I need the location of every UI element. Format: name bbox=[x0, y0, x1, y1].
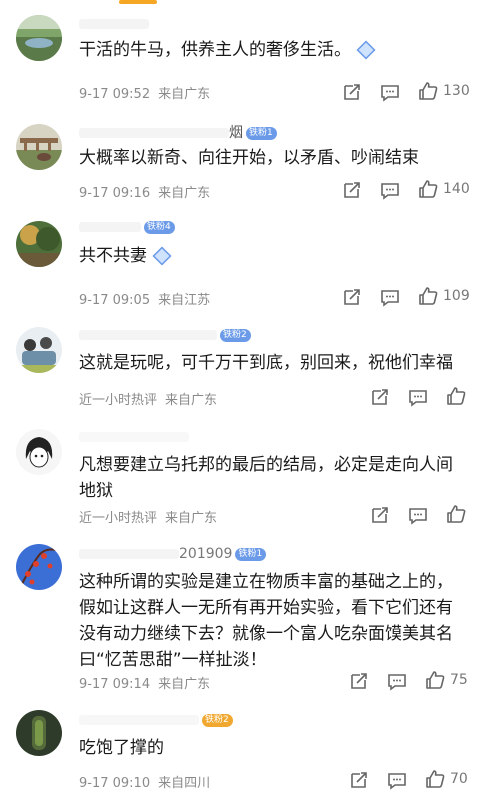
user-name[interactable] bbox=[79, 16, 149, 32]
avatar[interactable] bbox=[16, 15, 62, 61]
comment-text: 吃饱了撑的 bbox=[79, 738, 164, 758]
like-icon[interactable] bbox=[446, 386, 466, 406]
fan-badge: 铁粉2 bbox=[202, 713, 233, 727]
comment-meta: 9-17 09:14 来自广东 bbox=[79, 677, 211, 692]
comment-text: 干活的牛马，供养主人的奢侈生活。 bbox=[79, 37, 467, 63]
like-icon[interactable] bbox=[425, 769, 445, 789]
share-icon[interactable] bbox=[342, 82, 362, 102]
user-name[interactable] bbox=[79, 429, 189, 445]
comment-icon[interactable] bbox=[380, 82, 400, 102]
share-icon[interactable] bbox=[349, 770, 369, 790]
user-name[interactable]: 201909 铁粉1 bbox=[79, 546, 267, 562]
like-count: 75 bbox=[450, 672, 468, 688]
fan-badge: 铁粉4 bbox=[144, 220, 175, 234]
fan-badge: 铁粉1 bbox=[246, 126, 277, 140]
share-icon[interactable] bbox=[342, 180, 362, 200]
like-count: 70 bbox=[450, 771, 468, 787]
fan-badge: 铁粉2 bbox=[220, 328, 251, 342]
share-icon[interactable] bbox=[342, 287, 362, 307]
comment-text: 大概率以新奇、向往开始，以矛盾、吵闹结束 bbox=[79, 148, 419, 168]
share-icon[interactable] bbox=[349, 671, 369, 691]
comment-item: 铁粉2 吃饱了撑的 9-17 09:10 来自四川 70 bbox=[0, 698, 481, 800]
like-count: 130 bbox=[443, 83, 470, 99]
user-name[interactable]: 铁粉4 bbox=[79, 219, 175, 235]
comment-meta: 近一小时热评 来自广东 bbox=[79, 511, 218, 526]
fan-badge: 铁粉1 bbox=[235, 547, 267, 561]
comment-item: 201909 铁粉1 这种所谓的实验是建立在物质丰富的基础之上的，假如让这群人一无… bbox=[0, 530, 481, 698]
comment-text: 共不共妻 bbox=[79, 243, 467, 269]
comment-icon[interactable] bbox=[387, 671, 407, 691]
comment-item: 烟铁粉1 大概率以新奇、向往开始，以矛盾、吵闹结束 9-17 09:16 来自广东… bbox=[0, 110, 481, 215]
like-icon[interactable] bbox=[418, 286, 438, 306]
comment-meta: 9-17 09:10 来自四川 bbox=[79, 776, 211, 791]
avatar[interactable] bbox=[16, 327, 62, 373]
comment-text: 凡想要建立乌托邦的最后的结局，必定是走向人间地狱 bbox=[79, 455, 453, 501]
comment-item: 铁粉4 共不共妻 9-17 09:05 来自江苏 109 bbox=[0, 215, 481, 313]
comment-text: 这就是玩呢，可千万干到底，别回来，祝他们幸福 bbox=[79, 353, 453, 373]
user-name[interactable]: 铁粉2 bbox=[79, 712, 233, 728]
user-name[interactable]: 铁粉2 bbox=[79, 327, 251, 343]
comment-text: 这种所谓的实验是建立在物质丰富的基础之上的，假如让这群人一无所有再开始实验，看下… bbox=[79, 572, 453, 670]
avatar[interactable] bbox=[16, 544, 62, 590]
comment-meta: 近一小时热评 来自广东 bbox=[79, 393, 218, 408]
like-count: 140 bbox=[443, 181, 470, 197]
diamond-sticker-icon bbox=[355, 39, 377, 61]
avatar[interactable] bbox=[16, 124, 62, 170]
comment-icon[interactable] bbox=[408, 387, 428, 407]
comment-icon[interactable] bbox=[387, 770, 407, 790]
comment-icon[interactable] bbox=[380, 180, 400, 200]
avatar[interactable] bbox=[16, 221, 62, 267]
share-icon[interactable] bbox=[370, 387, 390, 407]
comment-icon[interactable] bbox=[408, 505, 428, 525]
avatar[interactable] bbox=[16, 429, 62, 475]
comment-item: 凡想要建立乌托邦的最后的结局，必定是走向人间地狱 近一小时热评 来自广东 bbox=[0, 415, 481, 530]
comment-item: 干活的牛马，供养主人的奢侈生活。 9-17 09:52 来自广东 130 bbox=[0, 0, 481, 110]
user-name[interactable]: 烟铁粉1 bbox=[79, 122, 277, 142]
share-icon[interactable] bbox=[370, 505, 390, 525]
diamond-sticker-icon bbox=[151, 245, 173, 267]
comment-meta: 9-17 09:52 来自广东 bbox=[79, 87, 211, 102]
comment-icon[interactable] bbox=[380, 287, 400, 307]
comment-meta: 9-17 09:16 来自广东 bbox=[79, 186, 211, 201]
avatar[interactable] bbox=[16, 710, 62, 756]
like-icon[interactable] bbox=[425, 670, 445, 690]
comment-meta: 9-17 09:05 来自江苏 bbox=[79, 293, 211, 308]
comment-item: 铁粉2 这就是玩呢，可千万干到底，别回来，祝他们幸福 近一小时热评 来自广东 bbox=[0, 313, 481, 415]
like-icon[interactable] bbox=[446, 504, 466, 524]
like-count: 109 bbox=[443, 288, 470, 304]
like-icon[interactable] bbox=[418, 81, 438, 101]
like-icon[interactable] bbox=[418, 179, 438, 199]
